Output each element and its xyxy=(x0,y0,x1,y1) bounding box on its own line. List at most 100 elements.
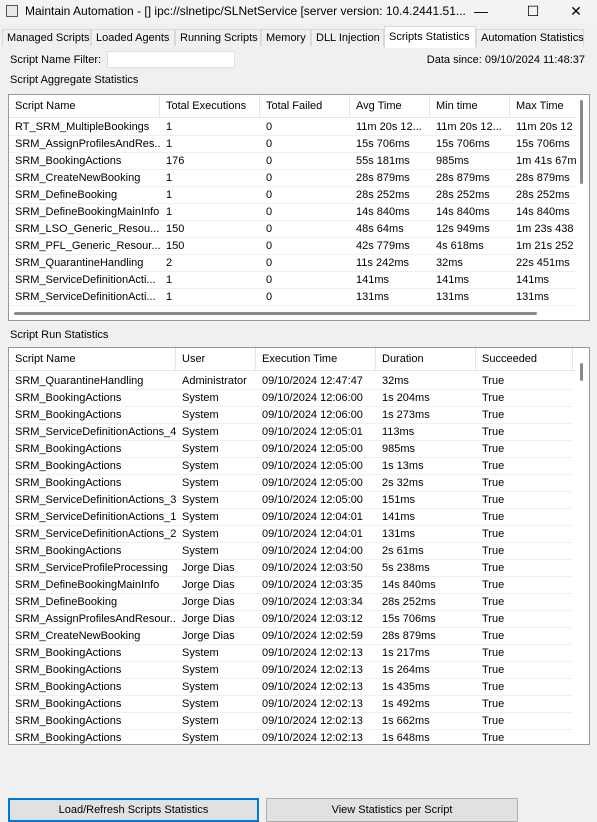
cell-total-executions: 1 xyxy=(160,119,260,136)
cell-duration: 113ms xyxy=(376,424,476,441)
cell-script-name: SRM_BookingActions xyxy=(9,713,176,730)
run-row[interactable]: SRM_AssignProfilesAndResour... Jorge Dias… xyxy=(9,611,589,628)
run-row[interactable]: SRM_BookingActions System 09/10/2024 12:05… xyxy=(9,475,589,492)
cell-script-name: SRM_BookingActions xyxy=(9,679,176,696)
run-row[interactable]: SRM_BookingActions System 09/10/2024 12:06… xyxy=(9,390,589,407)
run-row[interactable]: SRM_BookingActions System 09/10/2024 12:02… xyxy=(9,679,589,696)
run-row[interactable]: SRM_CreateNewBooking Jorge Dias 09/10/2024… xyxy=(9,628,589,645)
cell-max-time: 141ms xyxy=(510,272,578,289)
run-row[interactable]: SRM_DefineBooking Jorge Dias 09/10/2024 12… xyxy=(9,594,589,611)
cell-max-time: 15s 706ms xyxy=(510,136,578,153)
aggregate-row[interactable]: SRM_BookingActions 176 0 55s 181ms 985ms 1m 4… xyxy=(9,153,589,170)
load-refresh-statistics-button[interactable]: Load/Refresh Scripts Statistics xyxy=(8,798,259,822)
cell-execution-time: 09/10/2024 12:02:13 xyxy=(256,730,376,744)
cell-succeeded: True xyxy=(476,696,573,713)
tab-scripts-statistics[interactable]: Scripts Statistics xyxy=(384,26,476,48)
cell-execution-time: 09/10/2024 12:02:13 xyxy=(256,696,376,713)
run-row[interactable]: SRM_ServiceDefinitionActions_1 System 09/1… xyxy=(9,509,589,526)
run-row[interactable]: SRM_ServiceProfileProcessing Jorge Dias 09… xyxy=(9,560,589,577)
aggregate-horizontal-scrollbar[interactable] xyxy=(9,307,589,319)
aggregate-row[interactable]: SRM_ServiceDefinitionActi... 1 0 131ms 131ms… xyxy=(9,289,589,306)
run-row[interactable]: SRM_QuarantineHandling Administrator 09/10… xyxy=(9,373,589,390)
run-row[interactable]: SRM_BookingActions System 09/10/2024 12:02… xyxy=(9,713,589,730)
cell-user: System xyxy=(176,475,256,492)
aggregate-row[interactable]: SRM_DefineBookingMainInfo 1 0 14s 840ms 14s … xyxy=(9,204,589,221)
cell-execution-time: 09/10/2024 12:05:00 xyxy=(256,441,376,458)
aggregate-row[interactable]: SRM_CreateNewBooking 1 0 28s 879ms 28s 879ms… xyxy=(9,170,589,187)
col-duration[interactable]: Duration xyxy=(376,348,476,370)
run-row[interactable]: SRM_BookingActions System 09/10/2024 12:05… xyxy=(9,441,589,458)
script-name-filter-input[interactable] xyxy=(107,51,235,68)
aggregate-row[interactable]: SRM_DefineBooking 1 0 28s 252ms 28s 252ms 28s… xyxy=(9,187,589,204)
runs-vertical-scroll-thumb[interactable] xyxy=(580,363,583,381)
col-total-failed[interactable]: Total Failed xyxy=(260,95,350,117)
tab-dll-injection[interactable]: DLL Injection xyxy=(311,29,384,46)
col-execution-time[interactable]: Execution Time xyxy=(256,348,376,370)
run-row[interactable]: SRM_BookingActions System 09/10/2024 12:02… xyxy=(9,730,589,744)
col-avg-time[interactable]: Avg Time xyxy=(350,95,430,117)
cell-succeeded: True xyxy=(476,407,573,424)
aggregate-row[interactable]: SRM_PFL_Generic_Resour... 150 0 42s 779ms 4s… xyxy=(9,238,589,255)
cell-total-failed: 0 xyxy=(260,255,350,272)
aggregate-vertical-scroll-thumb[interactable] xyxy=(580,100,583,184)
aggregate-vertical-scrollbar[interactable] xyxy=(576,96,588,306)
col-script-name[interactable]: Script Name xyxy=(9,95,160,117)
maximize-button[interactable]: ☐ xyxy=(510,0,556,24)
runs-grid[interactable]: Script Name User Execution Time Duration… xyxy=(8,347,590,745)
cell-succeeded: True xyxy=(476,543,573,560)
run-row[interactable]: SRM_DefineBookingMainInfo Jorge Dias 09/10… xyxy=(9,577,589,594)
run-row[interactable]: SRM_BookingActions System 09/10/2024 12:02… xyxy=(9,696,589,713)
cell-duration: 1s 13ms xyxy=(376,458,476,475)
cell-execution-time: 09/10/2024 12:47:47 xyxy=(256,373,376,390)
aggregate-horizontal-scroll-thumb[interactable] xyxy=(14,312,537,315)
runs-vertical-scrollbar[interactable] xyxy=(576,349,588,743)
cell-total-executions: 1 xyxy=(160,272,260,289)
run-row[interactable]: SRM_BookingActions System 09/10/2024 12:04… xyxy=(9,543,589,560)
cell-avg-time: 14s 840ms xyxy=(350,204,430,221)
aggregate-grid[interactable]: Script Name Total Executions Total Faile… xyxy=(8,94,590,321)
cell-succeeded: True xyxy=(476,628,573,645)
aggregate-row[interactable]: RT_SRM_MultipleBookings 1 0 11m 20s 12... 11… xyxy=(9,119,589,136)
col-total-executions[interactable]: Total Executions xyxy=(160,95,260,117)
col-succeeded[interactable]: Succeeded xyxy=(476,348,573,370)
run-row[interactable]: SRM_ServiceDefinitionActions_3 System 09/1… xyxy=(9,492,589,509)
run-row[interactable]: SRM_ServiceDefinitionActions_2 System 09/1… xyxy=(9,526,589,543)
cell-script-name: SRM_BookingActions xyxy=(9,441,176,458)
data-since-label: Data since: 09/10/2024 11:48:37 xyxy=(426,54,585,66)
cell-script-name: SRM_BookingActions xyxy=(9,390,176,407)
cell-total-failed: 0 xyxy=(260,272,350,289)
tab-running-scripts[interactable]: Running Scripts xyxy=(175,29,261,46)
cell-avg-time: 28s 252ms xyxy=(350,187,430,204)
cell-total-executions: 1 xyxy=(160,136,260,153)
aggregate-row[interactable]: SRM_AssignProfilesAndRes... 1 0 15s 706ms 15… xyxy=(9,136,589,153)
tab-memory[interactable]: Memory xyxy=(261,29,311,46)
cell-duration: 985ms xyxy=(376,441,476,458)
view-statistics-per-script-button[interactable]: View Statistics per Script xyxy=(266,798,518,822)
close-button[interactable]: ✕ xyxy=(553,0,597,24)
tab-automation-statistics[interactable]: Automation Statistics xyxy=(476,29,584,46)
aggregate-row[interactable]: SRM_ServiceDefinitionActi... 1 0 141ms 141ms… xyxy=(9,272,589,289)
run-row[interactable]: SRM_BookingActions System 09/10/2024 12:02… xyxy=(9,662,589,679)
cell-script-name: SRM_ServiceDefinitionActions_3 xyxy=(9,492,176,509)
aggregate-row[interactable]: SRM_QuarantineHandling 2 0 11s 242ms 32ms 22s… xyxy=(9,255,589,272)
run-row[interactable]: SRM_BookingActions System 09/10/2024 12:02… xyxy=(9,645,589,662)
col-user[interactable]: User xyxy=(176,348,256,370)
col-run-script-name[interactable]: Script Name xyxy=(9,348,176,370)
tab-loaded-agents[interactable]: Loaded Agents xyxy=(91,29,175,46)
cell-total-failed: 0 xyxy=(260,289,350,306)
tab-managed-scripts[interactable]: Managed Scripts xyxy=(2,29,91,46)
cell-min-time: 15s 706ms xyxy=(430,136,510,153)
cell-script-name: SRM_BookingActions xyxy=(9,730,176,744)
cell-duration: 15s 706ms xyxy=(376,611,476,628)
cell-total-executions: 1 xyxy=(160,170,260,187)
cell-succeeded: True xyxy=(476,492,573,509)
cell-avg-time: 11m 20s 12... xyxy=(350,119,430,136)
cell-duration: 32ms xyxy=(376,373,476,390)
cell-script-name: SRM_BookingActions xyxy=(9,458,176,475)
run-row[interactable]: SRM_BookingActions System 09/10/2024 12:05… xyxy=(9,458,589,475)
col-min-time[interactable]: Min time xyxy=(430,95,510,117)
aggregate-row[interactable]: SRM_LSO_Generic_Resou... 150 0 48s 64ms 12s … xyxy=(9,221,589,238)
minimize-button[interactable]: — xyxy=(458,0,504,24)
run-row[interactable]: SRM_ServiceDefinitionActions_4 System 09/1… xyxy=(9,424,589,441)
run-row[interactable]: SRM_BookingActions System 09/10/2024 12:06… xyxy=(9,407,589,424)
